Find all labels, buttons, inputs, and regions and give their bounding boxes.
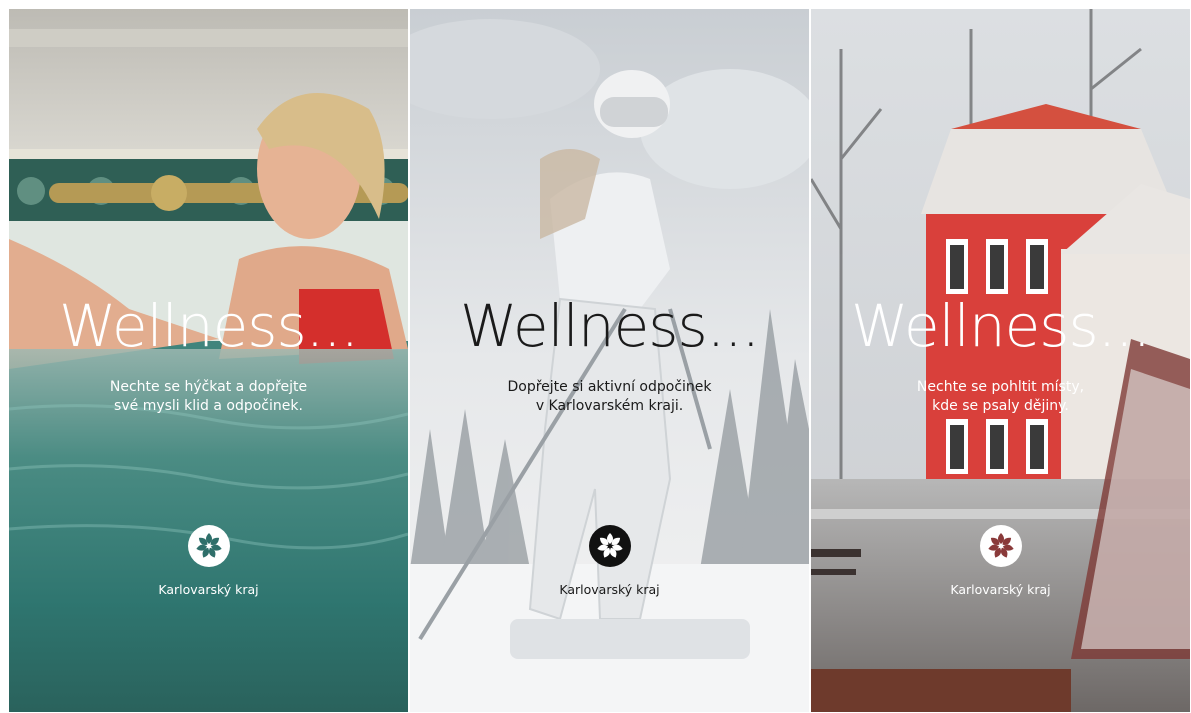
karlovarsky-kraj-flower-icon [588, 525, 631, 567]
skier-photo [410, 9, 809, 712]
brand-name: Karlovarský kraj [559, 582, 660, 597]
brand-name: Karlovarský kraj [158, 582, 259, 597]
subtitle: Dopřejte si aktivní odpočinek v Karlovar… [410, 378, 809, 416]
headline: Wellness... [459, 292, 760, 360]
subtitle-line: Dopřejte si aktivní odpočinek [507, 379, 712, 395]
headline: Wellness... [850, 292, 1151, 360]
karlovarsky-kraj-flower-icon [979, 525, 1022, 567]
subtitle-line: Nechte se pohltit místy, [916, 379, 1085, 395]
pool-photo [9, 9, 408, 712]
ad-banner-set: Wellness... Nechte se hýčkat a dopřejte … [0, 0, 1191, 713]
subtitle: Nechte se hýčkat a dopřejte své mysli kl… [9, 378, 408, 416]
subtitle-line: kde se psaly dějiny. [932, 398, 1069, 414]
subtitle-line: své mysli klid a odpočinek. [114, 398, 303, 414]
banner-history[interactable]: Wellness... Nechte se pohltit místy, kde… [811, 9, 1190, 712]
banner-pool[interactable]: Wellness... Nechte se hýčkat a dopřejte … [9, 9, 408, 712]
historic-building-photo [811, 9, 1190, 712]
subtitle: Nechte se pohltit místy, kde se psaly dě… [811, 378, 1190, 416]
banner-skier[interactable]: Wellness... Dopřejte si aktivní odpočine… [410, 9, 809, 712]
karlovarsky-kraj-flower-icon [187, 525, 230, 567]
headline: Wellness... [58, 292, 359, 360]
subtitle-line: v Karlovarském kraji. [535, 398, 684, 414]
subtitle-line: Nechte se hýčkat a dopřejte [109, 379, 308, 395]
brand-name: Karlovarský kraj [950, 582, 1051, 597]
